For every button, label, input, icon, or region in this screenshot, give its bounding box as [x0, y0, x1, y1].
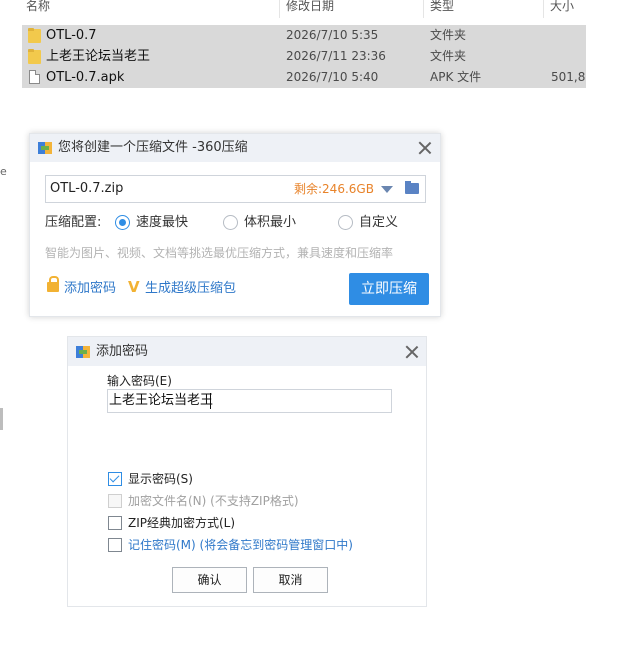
- close-icon[interactable]: [405, 345, 419, 359]
- confirm-button[interactable]: 确认: [172, 567, 247, 593]
- column-separator[interactable]: [543, 0, 544, 18]
- edge-scroll-mark: [0, 408, 3, 430]
- password-input-label: 输入密码(E): [107, 374, 172, 388]
- column-header-date[interactable]: 修改日期: [286, 0, 334, 16]
- archive-path-text: OTL-0.7.zip: [50, 181, 124, 196]
- column-header-type[interactable]: 类型: [430, 0, 454, 16]
- compress-dialog: 您将创建一个压缩文件 -360压缩 OTL-0.7.zip 剩余:246.6GB…: [29, 133, 441, 317]
- remember-password-checkbox[interactable]: [108, 538, 122, 552]
- file-date: 2026/7/10 5:40: [286, 70, 379, 84]
- file-icon: [29, 70, 40, 84]
- file-name: OTL-0.7: [46, 28, 97, 43]
- radio-custom-label[interactable]: 自定义: [359, 214, 398, 232]
- encrypt-filenames-label: 加密文件名(N) (不支持ZIP格式): [128, 494, 299, 508]
- radio-fastest-label[interactable]: 速度最快: [136, 214, 188, 232]
- dialog-titlebar[interactable]: 您将创建一个压缩文件 -360压缩: [30, 134, 440, 162]
- add-password-link[interactable]: 添加密码: [64, 280, 116, 298]
- file-name: OTL-0.7.apk: [46, 70, 125, 85]
- encrypt-filenames-checkbox: [108, 494, 122, 508]
- show-password-checkbox[interactable]: [108, 472, 122, 486]
- lock-icon[interactable]: [47, 276, 59, 292]
- close-icon[interactable]: [418, 141, 432, 155]
- radio-smallest-label[interactable]: 体积最小: [244, 214, 296, 232]
- edge-text: e: [0, 165, 7, 178]
- compress-config-label: 压缩配置:: [45, 215, 102, 230]
- compress-hint-text: 智能为图片、视频、文档等挑选最优压缩方式，兼具速度和压缩率: [45, 246, 394, 260]
- radio-smallest[interactable]: [223, 215, 238, 230]
- app-360zip-icon: [76, 346, 90, 358]
- column-separator[interactable]: [279, 0, 280, 18]
- file-type: APK 文件: [430, 70, 482, 84]
- column-header-size[interactable]: 大小: [550, 0, 574, 16]
- file-row[interactable]: OTL-0.7 2026/7/10 5:35 文件夹: [22, 25, 586, 46]
- radio-fastest[interactable]: [115, 215, 130, 230]
- show-password-label[interactable]: 显示密码(S): [128, 471, 193, 487]
- add-password-dialog: 添加密码 输入密码(E) 上老王论坛当老王 显示密码(S) 加密文件名(N) (…: [67, 336, 427, 607]
- remember-password-label[interactable]: 记住密码(M) (将会备忘到密码管理窗口中): [128, 537, 353, 553]
- column-header-name[interactable]: 名称: [26, 0, 50, 16]
- file-type: 文件夹: [430, 28, 467, 42]
- password-input-value: 上老王论坛当老王: [109, 393, 214, 408]
- cancel-button[interactable]: 取消: [253, 567, 328, 593]
- file-date: 2026/7/11 23:36: [286, 49, 386, 63]
- super-pack-v-icon[interactable]: V: [128, 278, 140, 296]
- super-pack-link[interactable]: 生成超级压缩包: [145, 280, 236, 298]
- text-caret: [210, 393, 211, 409]
- password-input[interactable]: 上老王论坛当老王: [107, 389, 392, 413]
- browse-folder-icon[interactable]: [405, 181, 419, 194]
- archive-path-field[interactable]: OTL-0.7.zip 剩余:246.6GB: [45, 175, 426, 203]
- file-row[interactable]: 上老王论坛当老王 2026/7/11 23:36 文件夹: [22, 46, 586, 67]
- file-explorer-list: 名称 修改日期 类型 大小 OTL-0.7 2026/7/10 5:35 文件夹…: [0, 0, 627, 100]
- folder-icon: [28, 49, 41, 64]
- zip-classic-encryption-checkbox[interactable]: [108, 516, 122, 530]
- file-row[interactable]: OTL-0.7.apk 2026/7/10 5:40 APK 文件 501,89: [22, 67, 586, 88]
- compress-now-button[interactable]: 立即压缩: [349, 273, 429, 305]
- dialog-title: 您将创建一个压缩文件 -360压缩: [58, 140, 248, 155]
- screen: 名称 修改日期 类型 大小 OTL-0.7 2026/7/10 5:35 文件夹…: [0, 0, 627, 652]
- file-date: 2026/7/10 5:35: [286, 28, 379, 42]
- file-name: 上老王论坛当老王: [46, 49, 151, 64]
- free-space-label: 剩余:246.6GB: [294, 182, 374, 196]
- dialog-title: 添加密码: [96, 344, 149, 359]
- dialog-titlebar[interactable]: 添加密码: [68, 337, 426, 366]
- column-separator[interactable]: [423, 0, 424, 18]
- zip-classic-encryption-label[interactable]: ZIP经典加密方式(L): [128, 515, 235, 531]
- file-size: 501,89: [551, 70, 586, 84]
- folder-icon: [28, 28, 41, 43]
- chevron-down-icon[interactable]: [381, 186, 393, 193]
- radio-custom[interactable]: [338, 215, 353, 230]
- file-type: 文件夹: [430, 49, 467, 63]
- app-360zip-icon: [38, 142, 52, 154]
